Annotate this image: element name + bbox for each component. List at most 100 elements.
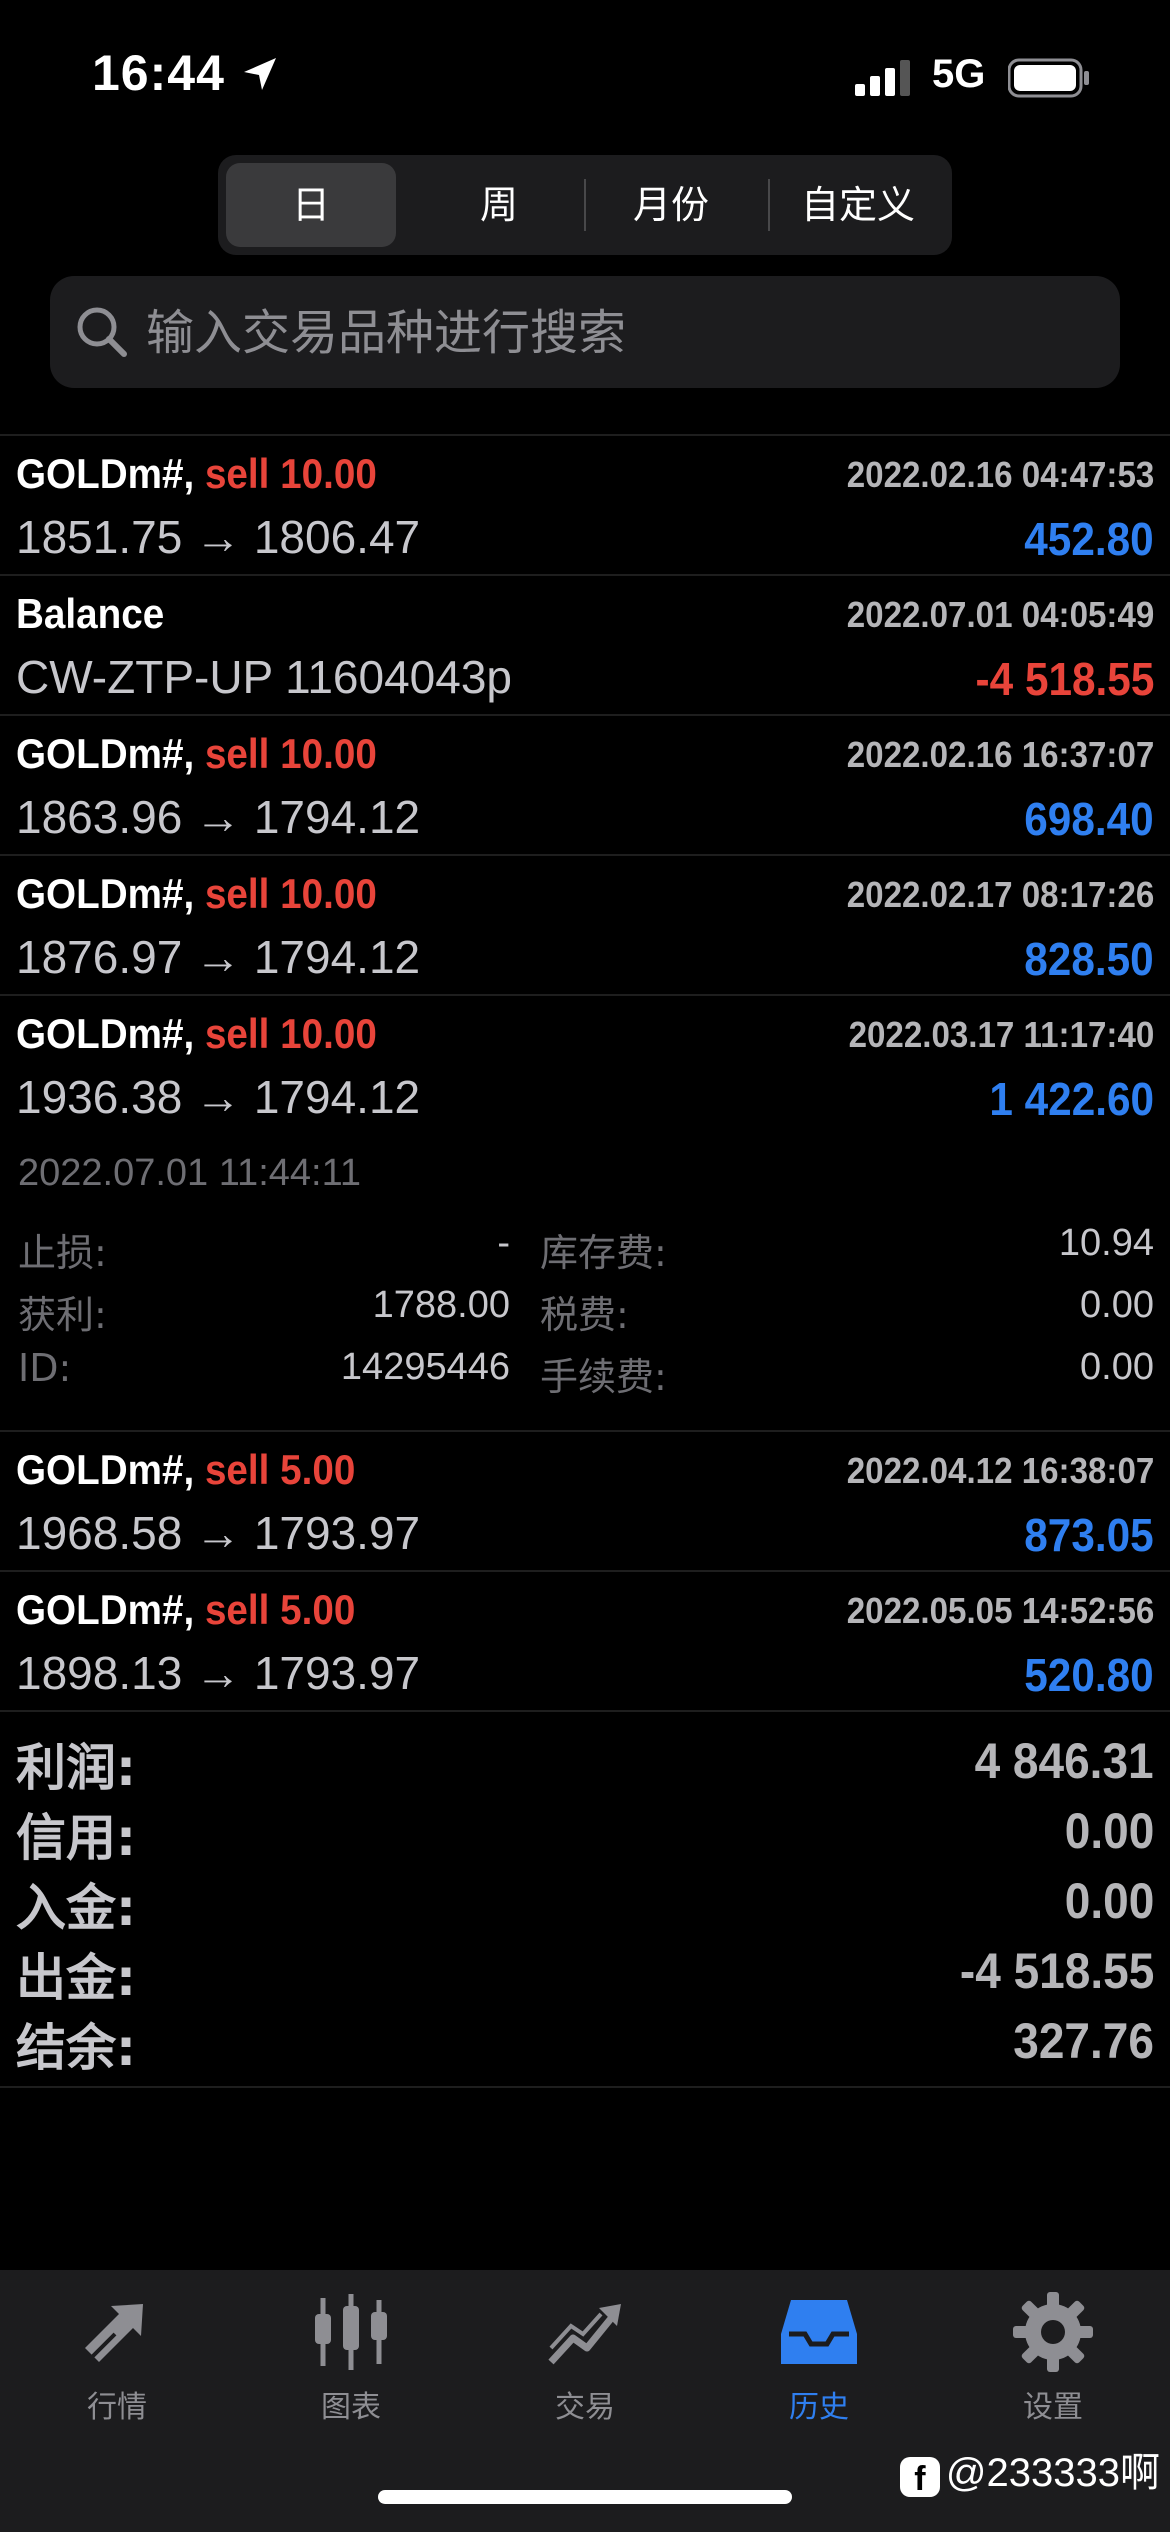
- id-value: 14295446: [340, 1346, 510, 1388]
- period-week-tab[interactable]: 周: [414, 163, 584, 247]
- taxes-label: 税费:: [540, 1293, 629, 1337]
- trade-profit: 698.40: [1024, 793, 1154, 845]
- trade-symbol-line: GOLDm#, sell 10.00: [16, 450, 377, 498]
- taxes-value: 0.00: [1080, 1284, 1154, 1326]
- tab-label: 历史: [789, 2390, 849, 2425]
- inbox-tray-icon: [781, 2300, 857, 2364]
- trade-profit: 873.05: [1024, 1509, 1154, 1561]
- summary-credit-label: 信用:: [16, 1809, 136, 1867]
- swap-value: 10.94: [1058, 1222, 1154, 1264]
- battery-icon: [1008, 58, 1089, 98]
- trade-symbol-line: GOLDm#, sell 10.00: [16, 1010, 377, 1058]
- divider: [0, 1710, 1170, 1712]
- commission-label: 手续费:: [540, 1355, 667, 1399]
- search-bar[interactable]: [50, 276, 1120, 388]
- trade-prices: 1863.96 → 1794.12: [16, 791, 421, 843]
- trade-datetime: 2022.03.17 11:17:40: [848, 1014, 1154, 1055]
- trade-side: sell 10.00: [204, 870, 377, 917]
- candlestick-chart-icon: [315, 2294, 387, 2370]
- period-month-tab[interactable]: 月份: [586, 163, 756, 247]
- trade-trend-icon: [548, 2304, 621, 2365]
- tab-history[interactable]: 历史: [702, 2290, 936, 2450]
- trade-symbol-line: GOLDm#, sell 5.00: [16, 1446, 355, 1494]
- balance-comment: CW-ZTP-UP 11604043p: [16, 651, 513, 703]
- cellular-signal-icon: [855, 60, 910, 96]
- summary-deposit-label: 入金:: [16, 1879, 136, 1937]
- summary-withdrawal-label: 出金:: [16, 1949, 136, 2007]
- trade-datetime: 2022.02.17 08:17:26: [846, 874, 1154, 915]
- trade-datetime: 2022.02.16 16:37:07: [846, 734, 1154, 775]
- summary-credit-value: 0.00: [1064, 1803, 1154, 1859]
- commission-value: 0.00: [1080, 1346, 1154, 1388]
- home-indicator[interactable]: [378, 2490, 792, 2504]
- watermark-text: @233333啊: [945, 2451, 1160, 2495]
- search-icon: [77, 307, 127, 357]
- location-arrow-icon: [244, 58, 276, 90]
- trade-row-expanded[interactable]: GOLDm#, sell 10.00 2022.03.17 11:17:40 1…: [0, 996, 1170, 1136]
- trade-datetime: 2022.02.16 04:47:53: [846, 454, 1154, 495]
- trade-symbol: Balance: [16, 590, 165, 637]
- gear-icon: [1013, 2292, 1093, 2372]
- tab-label: 行情: [87, 2390, 147, 2425]
- trade-datetime: 2022.05.05 14:52:56: [846, 1590, 1154, 1631]
- summary-balance-label: 结余:: [16, 2019, 136, 2077]
- trade-row[interactable]: GOLDm#, sell 10.00 2022.02.17 08:17:26 1…: [0, 856, 1170, 996]
- trade-profit: 520.80: [1024, 1649, 1154, 1701]
- tab-label: 设置: [1023, 2390, 1083, 2425]
- trade-row[interactable]: GOLDm#, sell 10.00 2022.02.16 16:37:07 1…: [0, 716, 1170, 856]
- swap-label: 库存费:: [540, 1231, 667, 1275]
- trade-symbol-line: GOLDm#, sell 5.00: [16, 1586, 355, 1634]
- trade-prices: 1898.13 → 1793.97: [16, 1647, 421, 1699]
- divider: [0, 2086, 1170, 2088]
- trade-close-time: 2022.07.01 11:44:11: [18, 1152, 362, 1194]
- trade-symbol: GOLDm#,: [16, 450, 195, 497]
- id-label: ID:: [18, 1346, 72, 1390]
- trade-symbol: GOLDm#,: [16, 1586, 195, 1633]
- summary-withdrawal-value: -4 518.55: [959, 1943, 1154, 1999]
- period-day-tab[interactable]: 日: [226, 163, 396, 247]
- tab-settings[interactable]: 设置: [936, 2290, 1170, 2450]
- trade-side: sell 5.00: [204, 1586, 356, 1633]
- trade-prices: 1876.97 → 1794.12: [16, 931, 421, 983]
- summary-profit-label: 利润:: [16, 1739, 136, 1797]
- trade-prices: 1851.75 → 1806.47: [16, 511, 421, 563]
- trade-profit: 828.50: [1024, 933, 1154, 985]
- trade-symbol-line: GOLDm#, sell 10.00: [16, 870, 377, 918]
- trade-datetime: 2022.07.01 04:05:49: [846, 594, 1154, 635]
- stop-loss-label: 止损:: [18, 1231, 107, 1275]
- take-profit-label: 获利:: [18, 1293, 107, 1337]
- trade-profit: 452.80: [1024, 513, 1154, 565]
- summary-balance-value: 327.76: [1013, 2013, 1154, 2069]
- tab-charts[interactable]: 图表: [234, 2290, 468, 2450]
- period-custom-tab[interactable]: 自定义: [770, 163, 946, 247]
- tab-label: 交易: [555, 2390, 615, 2425]
- network-type: 5G: [932, 52, 986, 96]
- watermark-logo-icon: f: [899, 2457, 940, 2498]
- period-segmented-control: 日 周 月份 自定义: [218, 155, 952, 255]
- balance-row[interactable]: Balance 2022.07.01 04:05:49 CW-ZTP-UP 11…: [0, 576, 1170, 716]
- trade-prices: 1936.38 → 1794.12: [16, 1071, 421, 1123]
- trade-symbol-line: GOLDm#, sell 10.00: [16, 730, 377, 778]
- search-input[interactable]: [144, 296, 1088, 370]
- trade-symbol: GOLDm#,: [16, 870, 195, 917]
- summary-profit-value: 4 846.31: [974, 1733, 1154, 1789]
- tab-trade[interactable]: 交易: [468, 2290, 702, 2450]
- tab-label: 图表: [321, 2390, 381, 2425]
- tab-quotes[interactable]: 行情: [0, 2290, 234, 2450]
- trade-row[interactable]: GOLDm#, sell 10.00 2022.02.16 04:47:53 1…: [0, 436, 1170, 576]
- summary-deposit-value: 0.00: [1064, 1873, 1154, 1929]
- trade-side: sell 5.00: [204, 1446, 356, 1493]
- trade-symbol: GOLDm#,: [16, 1010, 195, 1057]
- trade-symbol: GOLDm#,: [16, 730, 195, 777]
- take-profit-value: 1788.00: [372, 1284, 510, 1326]
- trade-side: sell 10.00: [204, 450, 377, 497]
- stop-loss-value: -: [497, 1222, 510, 1264]
- trade-row[interactable]: GOLDm#, sell 5.00 2022.05.05 14:52:56 18…: [0, 1572, 1170, 1712]
- status-bar: 16:44 5G: [0, 0, 1170, 150]
- quotes-arrows-icon: [85, 2304, 143, 2362]
- trade-prices: 1968.58 → 1793.97: [16, 1507, 421, 1559]
- trade-row[interactable]: GOLDm#, sell 5.00 2022.04.12 16:38:07 19…: [0, 1432, 1170, 1572]
- trade-side: sell 10.00: [204, 730, 377, 777]
- trade-profit: -4 518.55: [975, 653, 1154, 705]
- trade-datetime: 2022.04.12 16:38:07: [846, 1450, 1154, 1491]
